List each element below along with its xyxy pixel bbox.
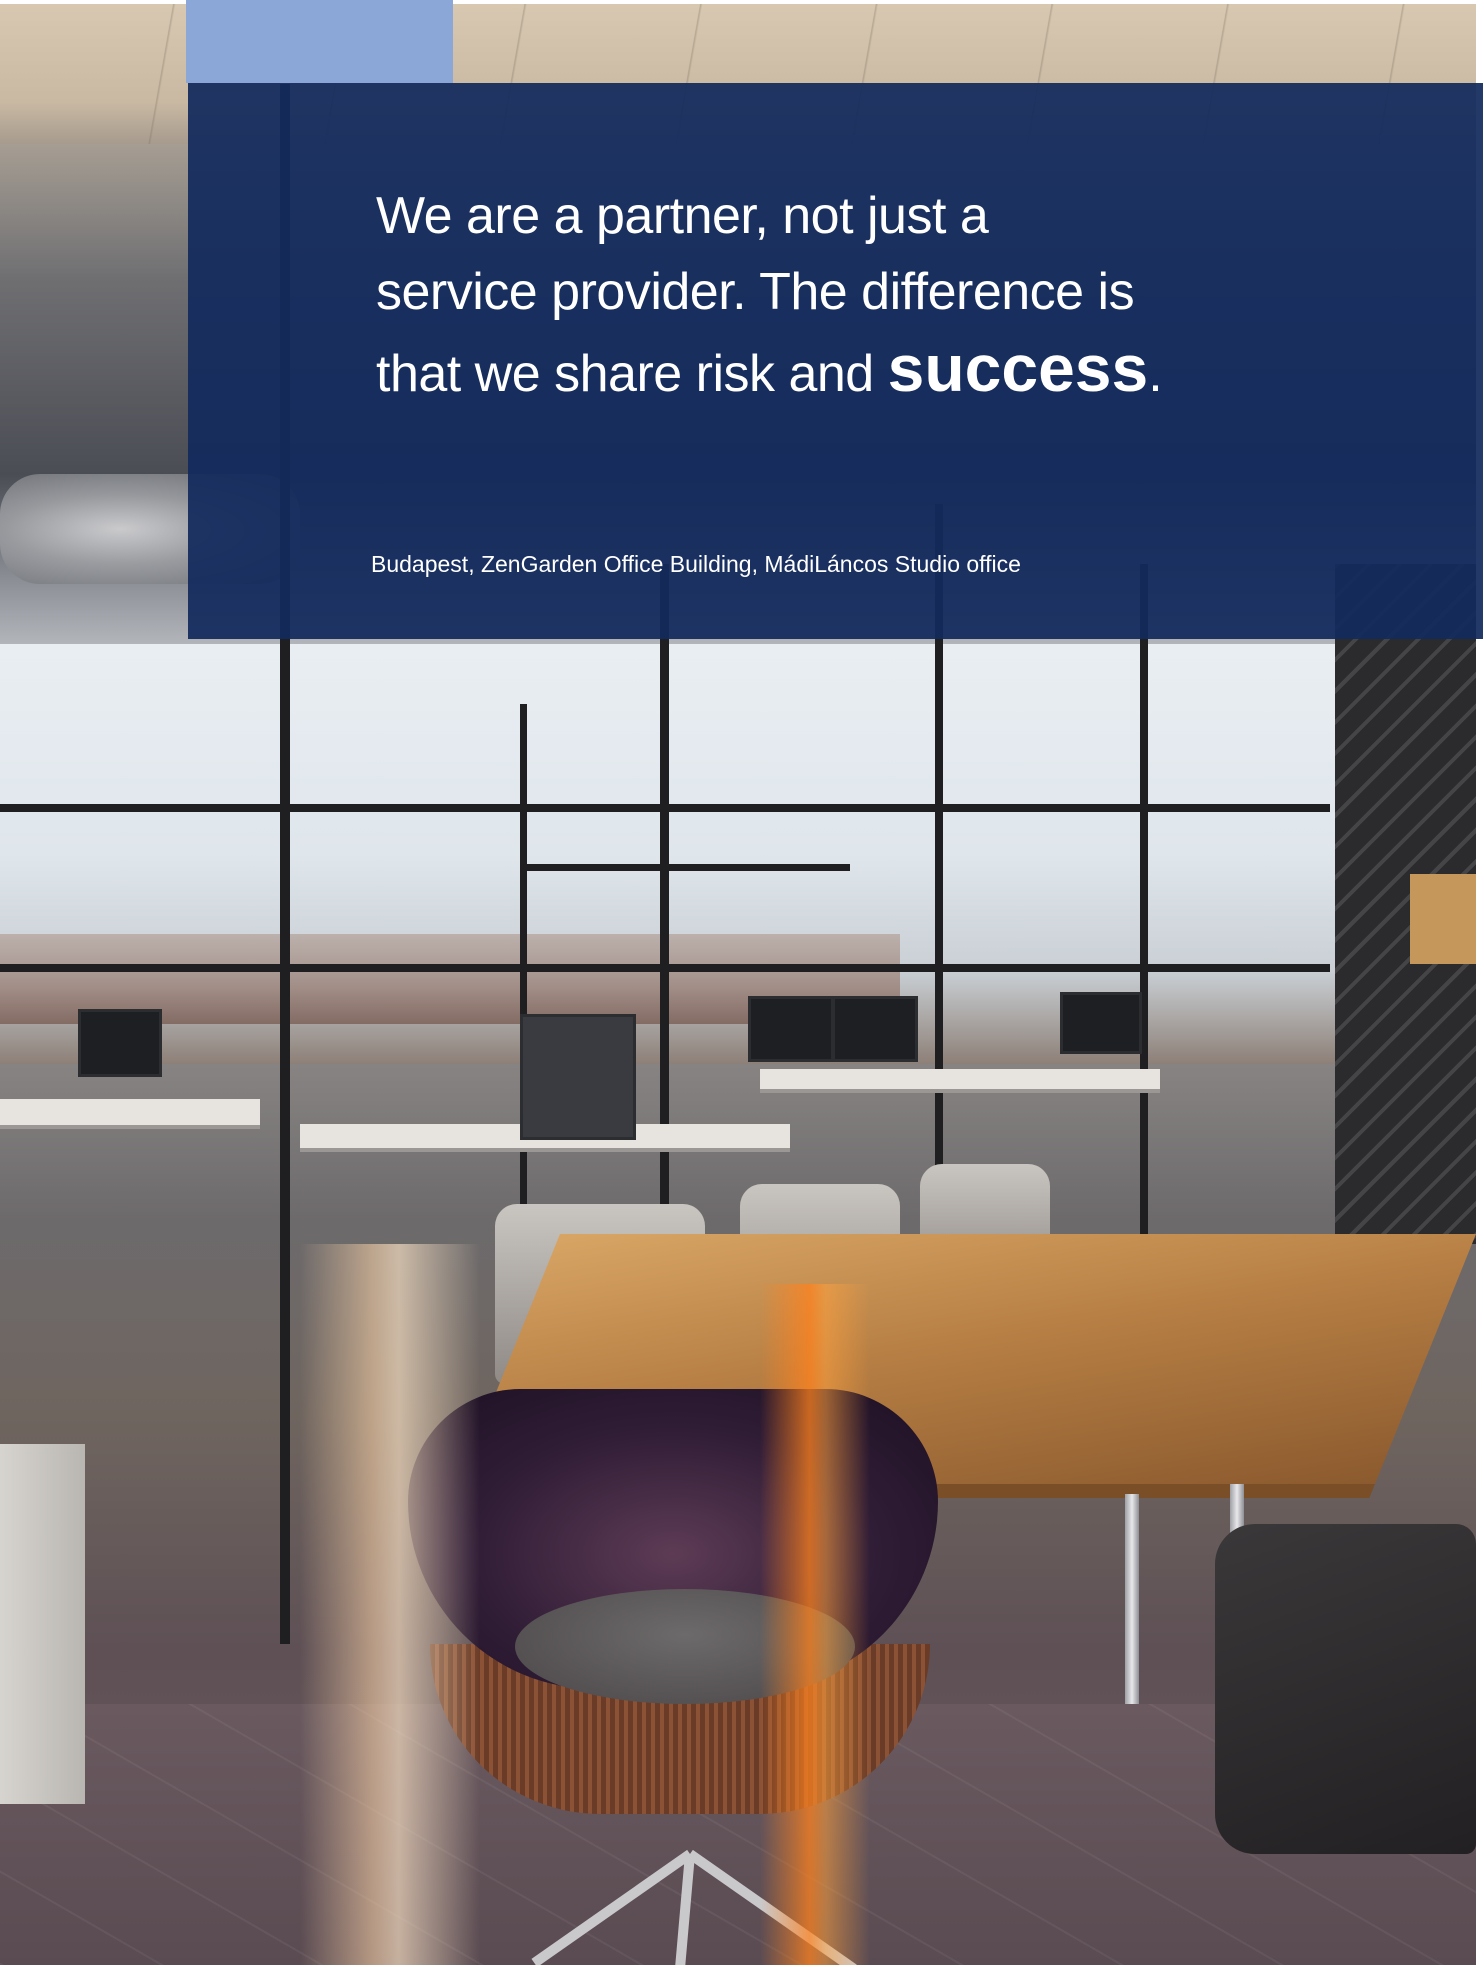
monitor bbox=[748, 996, 834, 1062]
desk bbox=[760, 1069, 1160, 1093]
monitor bbox=[1060, 992, 1142, 1054]
quote-heading: We are a partner, not just a service pro… bbox=[376, 178, 1256, 412]
wood-shelf bbox=[1410, 874, 1476, 964]
window-mullion bbox=[0, 964, 1330, 972]
page: We are a partner, not just a service pro… bbox=[0, 0, 1483, 1965]
photo-caption: Budapest, ZenGarden Office Building, Mád… bbox=[371, 551, 1021, 577]
window-mullion bbox=[520, 864, 850, 871]
accent-block bbox=[186, 0, 453, 83]
desk bbox=[0, 1099, 260, 1129]
window-mullion bbox=[0, 804, 1330, 812]
dark-armchair bbox=[1215, 1524, 1476, 1854]
window-mullion bbox=[1140, 564, 1148, 1244]
monitor bbox=[832, 996, 918, 1062]
monitor bbox=[520, 1014, 636, 1140]
quote-line-1: We are a partner, not just a bbox=[376, 187, 989, 245]
cabinet bbox=[0, 1444, 85, 1804]
light-reflection bbox=[760, 1284, 870, 1965]
quote-line-3-text: that we share risk and bbox=[376, 345, 888, 403]
light-reflection bbox=[300, 1244, 480, 1965]
quote-line-3: that we share risk and success. bbox=[376, 330, 1256, 412]
quote-period: . bbox=[1148, 345, 1163, 403]
monitor bbox=[78, 1009, 162, 1077]
quote-line-2: service provider. The difference is bbox=[376, 263, 1135, 321]
quote-emphasis-word: success bbox=[887, 331, 1149, 405]
